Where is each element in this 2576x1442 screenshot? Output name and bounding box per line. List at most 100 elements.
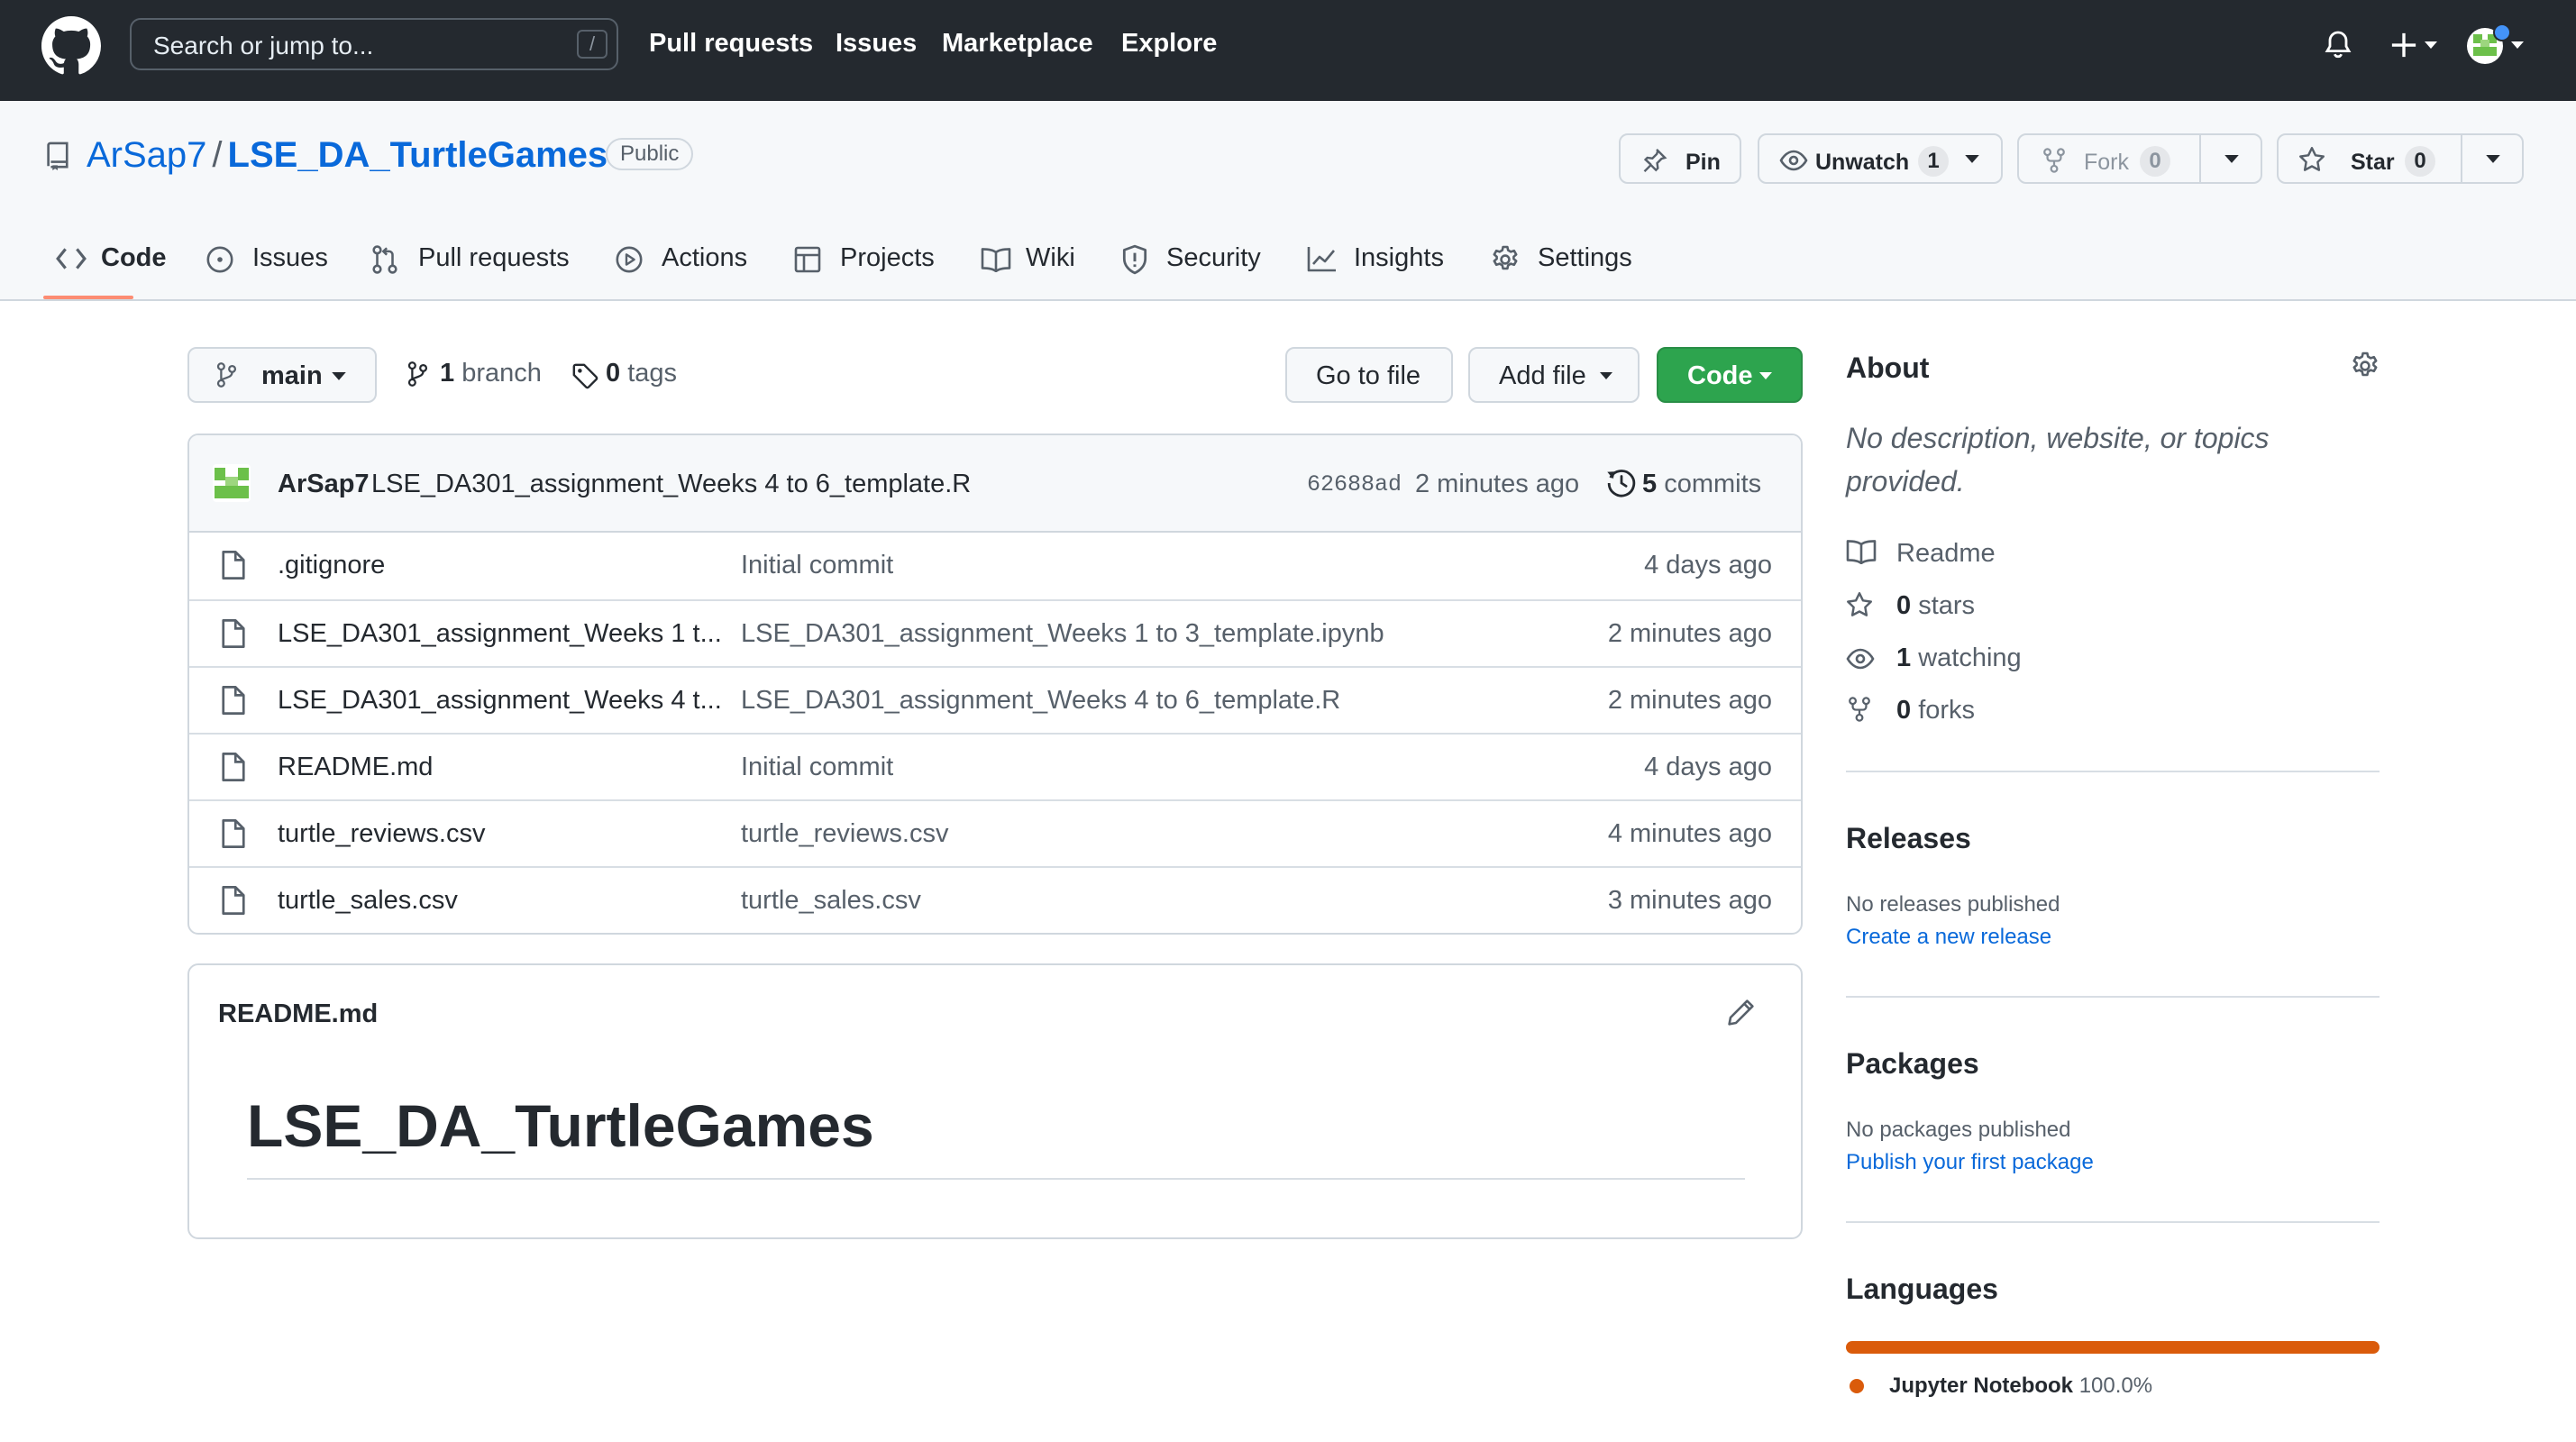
visibility-badge: Public — [606, 138, 694, 170]
file-name-link[interactable]: .gitignore — [278, 551, 385, 580]
releases-empty-text: No releases published — [1846, 892, 2060, 917]
fork-count: 0 — [2140, 146, 2170, 177]
pencil-icon[interactable] — [1727, 998, 1756, 1027]
pull-request-icon — [371, 244, 398, 275]
tab-issues-label: Issues — [252, 243, 328, 272]
topnav-pull-requests[interactable]: Pull requests — [649, 29, 813, 59]
add-file-caret-icon — [1600, 372, 1612, 380]
topnav-issues[interactable]: Issues — [836, 29, 917, 59]
file-browser: ArSap7 LSE_DA301_assignment_Weeks 4 to 6… — [187, 434, 1803, 935]
file-icon — [220, 751, 247, 783]
global-header: Search or jump to... / Pull requests Iss… — [0, 0, 2576, 101]
fork-menu[interactable] — [2199, 135, 2264, 182]
repo-name-link[interactable]: LSE_DA_TurtleGames — [228, 135, 608, 175]
readme-panel: README.md LSE_DA_TurtleGames — [187, 963, 1803, 1239]
tags-link[interactable]: 0 tags — [571, 359, 677, 389]
about-description: No description, website, or topics provi… — [1846, 422, 2270, 497]
pin-label: Pin — [1685, 150, 1721, 175]
github-logo-icon[interactable] — [41, 16, 101, 76]
fork-icon — [2042, 147, 2066, 174]
star-button[interactable]: Star 0 — [2277, 133, 2524, 184]
about-settings-gear-icon[interactable] — [2351, 351, 2380, 380]
about-watching-label: watching — [1918, 643, 2022, 672]
file-commit-age: 4 days ago — [1644, 551, 1772, 580]
add-file-button[interactable]: Add file — [1468, 347, 1640, 403]
file-row[interactable]: .gitignore Initial commit 4 days ago — [189, 533, 1801, 599]
tab-actions-label: Actions — [662, 243, 748, 272]
file-row[interactable]: turtle_sales.csv turtle_sales.csv 3 minute… — [189, 866, 1801, 933]
readme-filename[interactable]: README.md — [218, 999, 378, 1029]
pin-icon — [1640, 147, 1667, 174]
user-menu-caret-icon[interactable] — [2511, 41, 2524, 50]
file-commit-message-link[interactable]: LSE_DA301_assignment_Weeks 4 to 6_templa… — [741, 686, 1340, 716]
file-name-link[interactable]: LSE_DA301_assignment_Weeks 4 t... — [278, 686, 722, 716]
file-commit-message-link[interactable]: turtle_reviews.csv — [741, 819, 948, 849]
file-icon — [220, 549, 247, 581]
commit-sha[interactable]: 62688ad — [1307, 471, 1402, 497]
watch-caret-icon[interactable] — [1965, 155, 1979, 164]
tab-security-label: Security — [1166, 243, 1261, 272]
topnav-marketplace[interactable]: Marketplace — [942, 29, 1093, 59]
tab-pull-requests-label: Pull requests — [418, 243, 570, 272]
file-name-link[interactable]: turtle_reviews.csv — [278, 819, 485, 849]
issue-icon — [206, 245, 234, 274]
file-commit-message-link[interactable]: LSE_DA301_assignment_Weeks 1 to 3_templa… — [741, 619, 1384, 649]
watch-label: Unwatch — [1815, 150, 1910, 175]
about-stars-label: stars — [1918, 591, 1976, 620]
about-readme-label: Readme — [1896, 539, 1996, 568]
search-input[interactable]: Search or jump to... / — [130, 18, 618, 70]
commit-author[interactable]: ArSap7 — [278, 470, 370, 499]
fork-caret-icon[interactable] — [2224, 155, 2239, 164]
file-row[interactable]: LSE_DA301_assignment_Weeks 1 t... LSE_DA3… — [189, 599, 1801, 666]
about-forks-label: forks — [1918, 696, 1976, 725]
file-row[interactable]: LSE_DA301_assignment_Weeks 4 t... LSE_DA3… — [189, 666, 1801, 733]
star-menu[interactable] — [2461, 135, 2526, 182]
about-title: About — [1846, 351, 1930, 384]
readme-book-icon — [1846, 539, 1877, 564]
branch-icon — [215, 361, 238, 388]
code-button[interactable]: Code — [1657, 347, 1803, 403]
commit-message[interactable]: LSE_DA301_assignment_Weeks 4 to 6_templa… — [371, 470, 971, 499]
file-row[interactable]: README.md Initial commit 4 days ago — [189, 733, 1801, 799]
file-commit-message-link[interactable]: Initial commit — [741, 753, 893, 782]
commit-author-avatar[interactable] — [213, 464, 251, 502]
about-eye-icon — [1846, 647, 1875, 671]
file-name-link[interactable]: turtle_sales.csv — [278, 886, 458, 916]
plus-menu-caret-icon[interactable] — [2425, 41, 2437, 50]
star-caret-icon[interactable] — [2486, 155, 2500, 164]
branches-link[interactable]: 1 branch — [406, 359, 542, 388]
play-icon — [615, 245, 644, 274]
language-color-dot — [1850, 1379, 1864, 1393]
fork-button[interactable]: Fork 0 — [2017, 133, 2262, 184]
readme-heading-rule — [247, 1178, 1745, 1180]
file-name-link[interactable]: README.md — [278, 753, 433, 782]
add-file-label: Add file — [1499, 361, 1586, 390]
plus-icon[interactable] — [2390, 32, 2417, 59]
publish-package-link[interactable]: Publish your first package — [1846, 1150, 2094, 1175]
gear-icon — [1491, 245, 1520, 274]
file-commit-age: 4 days ago — [1644, 753, 1772, 781]
star-count: 0 — [2405, 146, 2435, 177]
pin-button[interactable]: Pin — [1619, 133, 1741, 184]
watch-button[interactable]: Unwatch 1 — [1758, 133, 2003, 184]
file-row[interactable]: turtle_reviews.csv turtle_reviews.csv 4 mi… — [189, 799, 1801, 866]
search-shortcut-key: / — [577, 30, 607, 59]
releases-title[interactable]: Releases — [1846, 822, 1971, 855]
tab-wiki-label: Wiki — [1026, 243, 1075, 272]
go-to-file-button[interactable]: Go to file — [1285, 347, 1453, 403]
branch-selector[interactable]: main — [187, 347, 377, 403]
file-commit-message-link[interactable]: Initial commit — [741, 551, 893, 580]
language-bar — [1846, 1341, 2380, 1354]
branch-count: 1 — [440, 359, 455, 388]
file-commit-message-link[interactable]: turtle_sales.csv — [741, 886, 921, 916]
create-release-link[interactable]: Create a new release — [1846, 925, 2051, 950]
bell-icon[interactable] — [2324, 30, 2352, 60]
file-icon — [220, 617, 247, 650]
commit-count-label: commits — [1664, 470, 1762, 498]
about-watching-count: 1 — [1896, 643, 1912, 672]
topnav-explore[interactable]: Explore — [1121, 29, 1217, 59]
file-name-link[interactable]: LSE_DA301_assignment_Weeks 1 t... — [278, 619, 722, 649]
about-fork-icon — [1848, 696, 1871, 723]
packages-title[interactable]: Packages — [1846, 1047, 1979, 1081]
repo-owner-link[interactable]: ArSap7 — [87, 135, 206, 175]
